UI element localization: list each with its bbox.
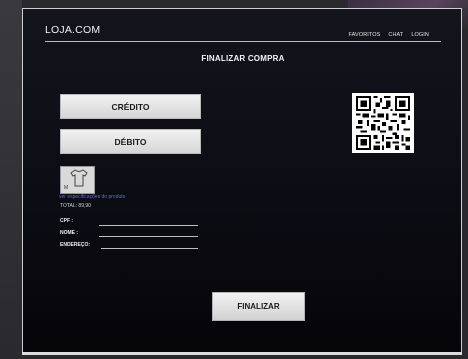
credit-button[interactable]: CRÉDITO	[60, 94, 201, 119]
qr-code-icon	[352, 93, 414, 153]
nav-favoritos[interactable]: FAVORITOS	[349, 32, 381, 38]
cpf-label: CPF :	[60, 218, 74, 224]
page-bottom-border	[22, 352, 462, 355]
debit-button[interactable]: DÉBITO	[60, 129, 201, 154]
endereco-label: ENDEREÇO:	[60, 242, 91, 248]
nome-field[interactable]	[99, 236, 198, 237]
nav-login[interactable]: LOGIN	[411, 32, 429, 38]
top-nav: FAVORITOS CHAT LOGIN	[349, 32, 429, 38]
nome-label: NOME :	[60, 230, 79, 236]
product-size: M	[64, 185, 69, 191]
finalize-button[interactable]: FINALIZAR	[212, 292, 305, 321]
page-title: FINALIZAR COMPRA	[201, 54, 285, 63]
site-logo[interactable]: LOJA.COM	[45, 24, 100, 36]
nav-chat[interactable]: CHAT	[388, 32, 403, 38]
checkout-page: LOJA.COM FAVORITOS CHAT LOGIN FINALIZAR …	[22, 8, 462, 354]
endereco-field[interactable]	[101, 248, 198, 249]
tshirt-icon	[70, 169, 88, 187]
product-thumbnail[interactable]: M	[60, 166, 95, 194]
header-divider	[45, 41, 441, 42]
desktop-background	[0, 0, 22, 359]
product-specs-link[interactable]: ver especificações do produto	[59, 194, 125, 200]
order-total: TOTAL: 89,90	[60, 203, 91, 209]
cpf-field[interactable]	[99, 225, 198, 226]
